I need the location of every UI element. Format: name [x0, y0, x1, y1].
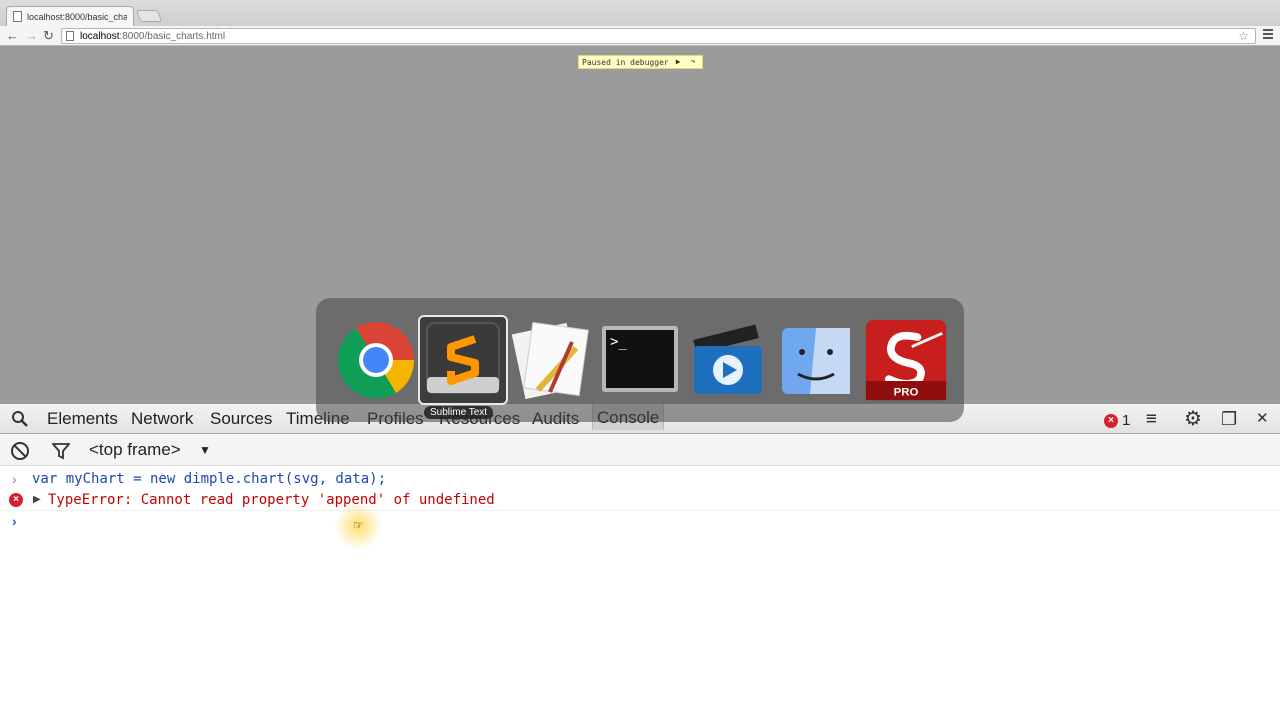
video-editor-icon[interactable]: [686, 318, 770, 402]
dock-icon[interactable]: ❐: [1221, 410, 1237, 428]
filter-icon[interactable]: [52, 442, 70, 460]
bookmark-star-icon[interactable]: ☆: [1238, 29, 1249, 43]
console-command-row: › var myChart = new dimple.chart(svg, da…: [0, 468, 1280, 490]
sketchbook-badge: PRO: [894, 386, 919, 398]
address-bar[interactable]: localhost :8000/basic_charts.html ☆: [61, 28, 1256, 44]
console-command: var myChart = new dimple.chart(svg, data…: [32, 471, 387, 487]
tab-elements[interactable]: Elements: [47, 409, 118, 429]
close-icon[interactable]: ✕: [1256, 410, 1269, 428]
paused-in-debugger-banner: Paused in debugger ▶ ↷: [578, 55, 703, 69]
clear-console-icon[interactable]: [11, 442, 29, 460]
page-icon: [66, 31, 74, 41]
back-arrow-icon[interactable]: ←: [6, 28, 19, 43]
new-tab-button[interactable]: [135, 10, 163, 22]
browser-tab[interactable]: localhost:8000/basic_char: [6, 6, 134, 26]
sketchbook-pro-icon[interactable]: PRO: [862, 318, 950, 402]
menu-icon[interactable]: [1263, 29, 1273, 41]
chevron-down-icon[interactable]: ▼: [199, 443, 211, 457]
console-panel: › var myChart = new dimple.chart(svg, da…: [0, 466, 1280, 720]
prompt-chevron-icon: ›: [12, 471, 17, 487]
terminal-icon[interactable]: >_: [598, 318, 682, 402]
resume-icon[interactable]: ▶: [673, 57, 684, 67]
step-over-icon[interactable]: ↷: [688, 57, 699, 67]
gear-icon[interactable]: ⚙: [1184, 409, 1202, 429]
url-host: localhost: [80, 30, 120, 42]
expand-triangle-icon[interactable]: ▶: [33, 489, 41, 511]
browser-toolbar: ← → ↻ localhost :8000/basic_charts.html …: [0, 26, 1280, 46]
console-toolbar: <top frame> ▼: [0, 434, 1280, 466]
drawer-toggle-icon[interactable]: ≡: [1146, 410, 1157, 428]
console-error-row[interactable]: × ▶ TypeError: Cannot read property 'app…: [0, 489, 1280, 511]
url-path: :8000/basic_charts.html: [119, 30, 226, 42]
error-count: 1: [1122, 412, 1131, 429]
selected-app-label: Sublime Text: [424, 406, 494, 419]
error-icon: ×: [9, 493, 23, 507]
tab-sources[interactable]: Sources: [210, 409, 272, 429]
tab-title: localhost:8000/basic_char: [27, 11, 127, 22]
frame-selector[interactable]: <top frame>: [89, 440, 181, 460]
console-input-prompt[interactable]: ›: [12, 510, 17, 532]
error-icon: ×: [1104, 413, 1118, 428]
forward-arrow-icon[interactable]: →: [25, 28, 38, 43]
paused-text: Paused in debugger: [582, 57, 669, 67]
finder-icon[interactable]: [774, 318, 858, 402]
svg-text:>_: >_: [610, 334, 627, 350]
app-switcher: >_ PRO: [316, 298, 964, 422]
console-error-message: TypeError: Cannot read property 'append'…: [48, 492, 495, 508]
reload-icon[interactable]: ↻: [43, 28, 54, 43]
tab-network[interactable]: Network: [131, 409, 193, 429]
hand-cursor-icon: ☞: [353, 518, 364, 532]
page-icon: [13, 11, 22, 22]
error-counter[interactable]: × 1: [1104, 412, 1130, 429]
tab-strip: localhost:8000/basic_char: [0, 0, 1280, 26]
script-editor-icon[interactable]: [510, 318, 594, 402]
chrome-icon[interactable]: [334, 318, 418, 402]
sublime-text-icon: [426, 322, 500, 394]
search-icon[interactable]: [11, 410, 29, 428]
sublime-text-app[interactable]: [418, 315, 508, 405]
